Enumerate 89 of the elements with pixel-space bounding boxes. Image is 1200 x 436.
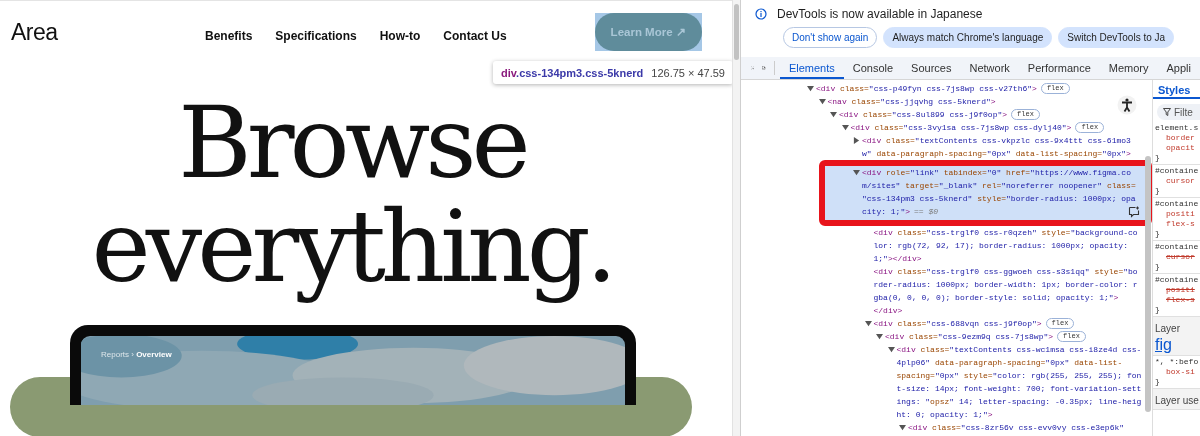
element-selector: div.css-134pm3.css-5knerd bbox=[501, 66, 644, 79]
dom-node-line[interactable]: <div class="css-9ezm9q css-7js8wp"> bbox=[885, 332, 1054, 341]
dom-node-line[interactable]: <div class="css-trglf0 css-r0qzeh" style="background-co bbox=[873, 228, 1138, 237]
dom-node-line[interactable]: </div> bbox=[873, 306, 903, 315]
css-property[interactable]: cursor bbox=[1155, 252, 1200, 262]
info-icon bbox=[755, 8, 767, 20]
nav-link[interactable]: How-to bbox=[379, 29, 421, 43]
panel-tab[interactable]: Console bbox=[843, 57, 903, 79]
css-selector: element.s bbox=[1155, 123, 1200, 133]
dom-node-line[interactable]: <nav class="css-jjqvhg css-5knerd"> bbox=[827, 97, 996, 106]
dom-node-line[interactable]: <div class="css-8zr56v css-evv0vy css-e3ep6k" bbox=[908, 423, 1125, 432]
triangle-icon[interactable] bbox=[887, 346, 895, 353]
selected-node-marker: == $0 bbox=[914, 207, 939, 216]
panel-tab[interactable]: Elements bbox=[779, 57, 844, 79]
dom-node-line[interactable]: <div class="css-688vqn css-j9f0op"> bbox=[873, 319, 1042, 328]
triangle-icon[interactable] bbox=[876, 333, 883, 340]
css-selector: #containe bbox=[1155, 199, 1200, 209]
layer-label: Layer bbox=[1155, 323, 1180, 334]
triangle-icon[interactable] bbox=[864, 320, 872, 327]
filter-placeholder: Filte bbox=[1174, 106, 1193, 118]
dom-node-line[interactable]: rder-radius: 1000px; border-width: 1px; border-color: r bbox=[873, 280, 1138, 289]
css-brace: } bbox=[1155, 377, 1161, 387]
dom-node-line[interactable]: 1;"></div> bbox=[873, 254, 922, 263]
dom-node-line[interactable]: <div class="textContents css-vkpzlc css-9x4ttt css-61mo3 bbox=[862, 136, 1131, 145]
layer-label: Layer use bbox=[1155, 395, 1199, 406]
styles-tab[interactable]: Styles bbox=[1153, 80, 1200, 99]
page-scrollbar[interactable] bbox=[732, 0, 740, 436]
dom-node-line[interactable]: 4plp06" data-paragraph-spacing="0px" data-list- bbox=[896, 358, 1123, 367]
panel-tab[interactable]: Sources bbox=[902, 57, 961, 79]
nav-link[interactable]: Contact Us bbox=[443, 29, 507, 43]
dom-node-line[interactable]: gba(0, 0, 0, 0); border-style: solid; opacity: 1;"> bbox=[873, 293, 1119, 302]
triangle-icon[interactable] bbox=[853, 169, 860, 176]
dom-node-line[interactable]: w" data-paragraph-spacing="0px" data-list-spacing="0px"> bbox=[862, 149, 1131, 158]
element-size: 126.75 × 47.59 bbox=[651, 66, 725, 79]
triangle-icon[interactable] bbox=[853, 137, 860, 144]
infobar-button[interactable]: Don't show again bbox=[783, 27, 878, 48]
css-brace: } bbox=[1155, 305, 1161, 315]
css-property[interactable]: positi bbox=[1155, 285, 1200, 295]
dom-node-line[interactable]: m/sites" target="_blank" rel="noreferrer noopener" class= bbox=[862, 181, 1136, 190]
css-selector: #containe bbox=[1155, 242, 1200, 252]
css-property[interactable]: opacit bbox=[1155, 143, 1200, 153]
chat-icon[interactable] bbox=[1128, 206, 1140, 218]
filter-field[interactable]: Filte bbox=[1157, 104, 1200, 120]
dom-node-line[interactable]: lor: rgb(72, 92, 17); border-radius: 1000px; opacity: bbox=[873, 241, 1128, 250]
accessibility-icon[interactable] bbox=[1117, 95, 1137, 115]
triangle-icon[interactable] bbox=[899, 424, 906, 431]
scrollbar-thumb[interactable] bbox=[1145, 156, 1151, 412]
logo[interactable]: Area bbox=[11, 18, 205, 46]
dom-node-line[interactable]: ht: 0; opacity: 1;"> bbox=[896, 410, 993, 419]
nav-link[interactable]: Specifications bbox=[275, 29, 357, 43]
dom-node-line[interactable]: <div class="css-8ul899 css-j9f0op"> bbox=[839, 110, 1008, 119]
css-brace: } bbox=[1155, 186, 1161, 196]
dom-node-line[interactable]: "css-134pm3 css-5knerd" style="border-radius: 1000px; opa bbox=[862, 194, 1136, 203]
panel-tab[interactable]: Appli bbox=[1157, 57, 1200, 79]
triangle-icon[interactable] bbox=[807, 85, 814, 92]
css-selector: #containe bbox=[1155, 166, 1200, 176]
css-property[interactable]: box-si bbox=[1155, 367, 1200, 377]
css-property[interactable]: flex-s bbox=[1155, 295, 1200, 305]
layer-link[interactable]: fig bbox=[1155, 336, 1172, 353]
css-selector: #containe bbox=[1155, 275, 1200, 285]
css-brace: } bbox=[1155, 262, 1161, 272]
css-property[interactable]: border bbox=[1155, 133, 1200, 143]
css-brace: } bbox=[1155, 229, 1161, 239]
dom-node-line[interactable]: <div class="css-3vy1sa css-7js8wp css-dylj40"> bbox=[850, 123, 1072, 132]
breadcrumb: Reports › Overview bbox=[101, 350, 172, 359]
dom-node-line[interactable]: ings: "opsz" 14; letter-spacing: -0.35px; line-heig bbox=[896, 397, 1142, 406]
dom-node-line[interactable]: city: 1;"> bbox=[862, 207, 911, 216]
dom-node-line[interactable]: <div class="textContents css-wc1msa css-i8ze4d css- bbox=[896, 345, 1142, 354]
filter-icon bbox=[1163, 108, 1171, 116]
dom-node-line[interactable]: spacing="0px" style="color: rgb(255, 255, 255); fon bbox=[896, 371, 1142, 380]
panel-tab[interactable]: Network bbox=[960, 57, 1019, 79]
css-property[interactable]: cursor bbox=[1155, 176, 1200, 186]
css-property[interactable]: positi bbox=[1155, 209, 1200, 219]
panel-tab[interactable]: Performance bbox=[1018, 57, 1100, 79]
dom-node-line[interactable]: <div class="css-trglf0 css-ggwoeh css-s3s1qq" style="bo bbox=[873, 267, 1138, 276]
dom-node-line[interactable]: <div role="link" tabindex="0" href="https://www.figma.co bbox=[862, 168, 1131, 177]
triangle-icon[interactable] bbox=[830, 111, 837, 118]
css-selector: *, *:befo bbox=[1155, 357, 1200, 367]
infobar-button[interactable]: Switch DevTools to Ja bbox=[1058, 27, 1175, 48]
nav-link[interactable]: Benefits bbox=[205, 29, 253, 43]
infobar-button[interactable]: Always match Chrome's language bbox=[883, 27, 1053, 48]
dom-node-line[interactable]: t-size: 14px; font-weight: 700; font-variation-sett bbox=[896, 384, 1142, 393]
css-property[interactable]: flex-s bbox=[1155, 219, 1200, 229]
triangle-icon[interactable] bbox=[818, 98, 826, 105]
panel-tab[interactable]: Memory bbox=[1099, 57, 1158, 79]
css-brace: } bbox=[1155, 153, 1161, 163]
triangle-icon[interactable] bbox=[841, 124, 849, 131]
infobar-message: DevTools is now available in Japanese bbox=[777, 7, 983, 21]
dom-node-line[interactable]: <div class="css-p49fyn css-7js8wp css-v27th6"> bbox=[816, 84, 1037, 93]
